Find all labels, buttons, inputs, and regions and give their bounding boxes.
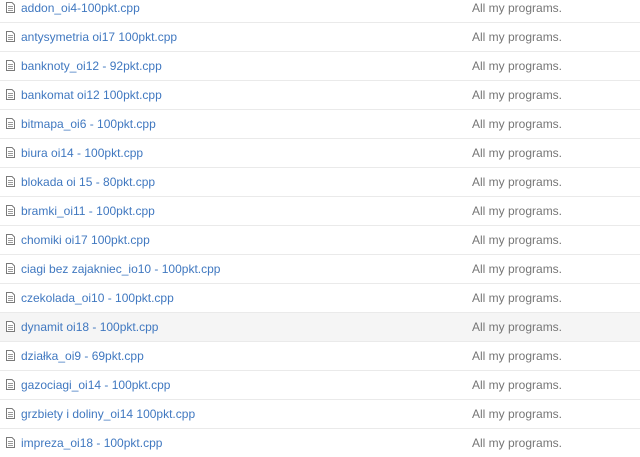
file-row[interactable]: ciagi bez zajakniec_io10 - 100pkt.cpp Al… xyxy=(0,254,640,283)
commit-message[interactable]: All my programs. xyxy=(472,291,562,305)
commit-message[interactable]: All my programs. xyxy=(472,146,562,160)
file-link[interactable]: bramki_oi11 - 100pkt.cpp xyxy=(21,204,155,218)
commit-message[interactable]: All my programs. xyxy=(472,320,562,334)
file-row[interactable]: antysymetria oi17 100pkt.cpp All my prog… xyxy=(0,22,640,51)
file-link[interactable]: gazociagi_oi14 - 100pkt.cpp xyxy=(21,378,170,392)
file-link[interactable]: działka_oi9 - 69pkt.cpp xyxy=(21,349,144,363)
file-row[interactable]: chomiki oi17 100pkt.cpp All my programs. xyxy=(0,225,640,254)
commit-message[interactable]: All my programs. xyxy=(472,117,562,131)
file-row[interactable]: dynamit oi18 - 100pkt.cpp All my program… xyxy=(0,312,640,341)
commit-message[interactable]: All my programs. xyxy=(472,407,562,421)
file-row[interactable]: blokada oi 15 - 80pkt.cpp All my program… xyxy=(0,167,640,196)
file-link[interactable]: chomiki oi17 100pkt.cpp xyxy=(21,233,150,247)
file-link[interactable]: ciagi bez zajakniec_io10 - 100pkt.cpp xyxy=(21,262,220,276)
file-text-icon xyxy=(6,205,15,216)
file-text-icon xyxy=(6,147,15,158)
commit-message[interactable]: All my programs. xyxy=(472,233,562,247)
file-text-icon xyxy=(6,176,15,187)
file-link[interactable]: biura oi14 - 100pkt.cpp xyxy=(21,146,143,160)
file-link[interactable]: addon_oi4-100pkt.cpp xyxy=(21,1,140,15)
commit-message[interactable]: All my programs. xyxy=(472,175,562,189)
file-row[interactable]: addon_oi4-100pkt.cpp All my programs. xyxy=(0,0,640,22)
commit-message[interactable]: All my programs. xyxy=(472,262,562,276)
file-text-icon xyxy=(6,437,15,448)
commit-message[interactable]: All my programs. xyxy=(472,88,562,102)
commit-message[interactable]: All my programs. xyxy=(472,378,562,392)
file-link[interactable]: antysymetria oi17 100pkt.cpp xyxy=(21,30,177,44)
file-row[interactable]: działka_oi9 - 69pkt.cpp All my programs. xyxy=(0,341,640,370)
file-link[interactable]: dynamit oi18 - 100pkt.cpp xyxy=(21,320,158,334)
file-text-icon xyxy=(6,379,15,390)
file-text-icon xyxy=(6,408,15,419)
file-text-icon xyxy=(6,321,15,332)
file-link[interactable]: banknoty_oi12 - 92pkt.cpp xyxy=(21,59,162,73)
file-row[interactable]: impreza_oi18 - 100pkt.cpp All my program… xyxy=(0,428,640,457)
file-text-icon xyxy=(6,263,15,274)
file-link[interactable]: impreza_oi18 - 100pkt.cpp xyxy=(21,436,162,450)
file-link[interactable]: blokada oi 15 - 80pkt.cpp xyxy=(21,175,155,189)
file-link[interactable]: czekolada_oi10 - 100pkt.cpp xyxy=(21,291,174,305)
file-row[interactable]: bankomat oi12 100pkt.cpp All my programs… xyxy=(0,80,640,109)
commit-message[interactable]: All my programs. xyxy=(472,59,562,73)
file-text-icon xyxy=(6,2,15,13)
file-row[interactable]: czekolada_oi10 - 100pkt.cpp All my progr… xyxy=(0,283,640,312)
file-row[interactable]: banknoty_oi12 - 92pkt.cpp All my program… xyxy=(0,51,640,80)
file-link[interactable]: bitmapa_oi6 - 100pkt.cpp xyxy=(21,117,156,131)
file-text-icon xyxy=(6,350,15,361)
file-list: addon_oi4-100pkt.cpp All my programs. an… xyxy=(0,0,640,457)
file-link[interactable]: bankomat oi12 100pkt.cpp xyxy=(21,88,162,102)
commit-message[interactable]: All my programs. xyxy=(472,204,562,218)
file-row[interactable]: biura oi14 - 100pkt.cpp All my programs. xyxy=(0,138,640,167)
commit-message[interactable]: All my programs. xyxy=(472,1,562,15)
file-text-icon xyxy=(6,118,15,129)
file-text-icon xyxy=(6,31,15,42)
file-text-icon xyxy=(6,234,15,245)
file-text-icon xyxy=(6,292,15,303)
commit-message[interactable]: All my programs. xyxy=(472,349,562,363)
commit-message[interactable]: All my programs. xyxy=(472,436,562,450)
file-text-icon xyxy=(6,89,15,100)
file-row[interactable]: bitmapa_oi6 - 100pkt.cpp All my programs… xyxy=(0,109,640,138)
file-row[interactable]: gazociagi_oi14 - 100pkt.cpp All my progr… xyxy=(0,370,640,399)
file-row[interactable]: bramki_oi11 - 100pkt.cpp All my programs… xyxy=(0,196,640,225)
commit-message[interactable]: All my programs. xyxy=(472,30,562,44)
file-text-icon xyxy=(6,60,15,71)
file-link[interactable]: grzbiety i doliny_oi14 100pkt.cpp xyxy=(21,407,195,421)
file-row[interactable]: grzbiety i doliny_oi14 100pkt.cpp All my… xyxy=(0,399,640,428)
